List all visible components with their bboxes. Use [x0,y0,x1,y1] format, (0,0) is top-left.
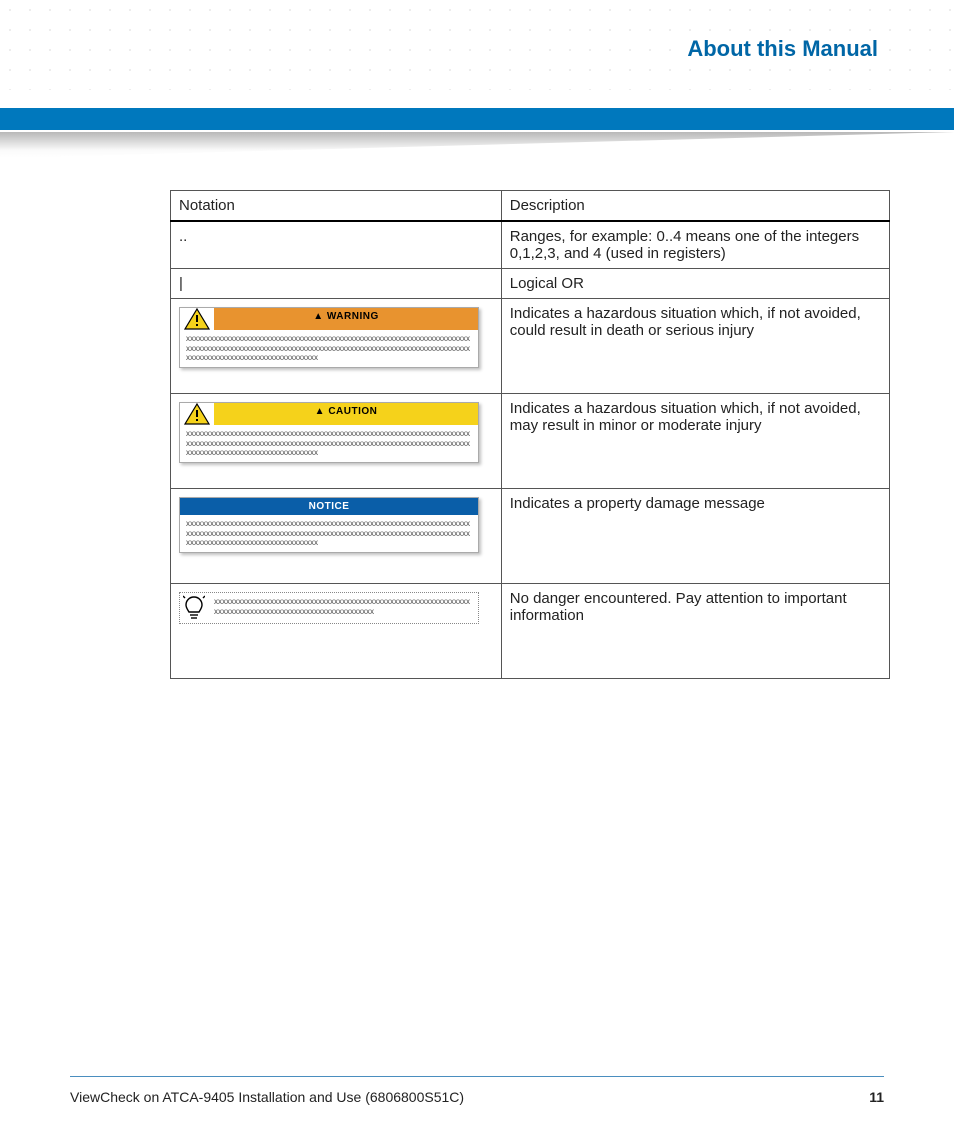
tip-callout: xxxxxxxxxxxxxxxxxxxxxxxxxxxxxxxxxxxxxxxx… [179,592,479,624]
cell-notation: NOTICE xxxxxxxxxxxxxxxxxxxxxxxxxxxxxxxxx… [171,489,502,584]
caution-triangle-icon [180,403,214,425]
notice-callout: NOTICE xxxxxxxxxxxxxxxxxxxxxxxxxxxxxxxxx… [179,497,479,553]
table-row: | Logical OR [171,269,890,299]
table-row: ▲ CAUTION xxxxxxxxxxxxxxxxxxxxxxxxxxxxxx… [171,394,890,489]
header-shadow [0,132,954,158]
table-row: xxxxxxxxxxxxxxxxxxxxxxxxxxxxxxxxxxxxxxxx… [171,584,890,679]
cell-notation: .. [171,221,502,269]
table-row: NOTICE xxxxxxxxxxxxxxxxxxxxxxxxxxxxxxxxx… [171,489,890,584]
cell-description: Indicates a property damage message [501,489,889,584]
cell-description: Indicates a hazardous situation which, i… [501,299,889,394]
cell-notation: ▲ CAUTION xxxxxxxxxxxxxxxxxxxxxxxxxxxxxx… [171,394,502,489]
callout-body: xxxxxxxxxxxxxxxxxxxxxxxxxxxxxxxxxxxxxxxx… [208,593,478,620]
header-blue-bar [0,108,954,130]
footer-rule [70,1076,884,1077]
page-title: About this Manual [681,36,884,62]
warning-callout: ▲ WARNING xxxxxxxxxxxxxxxxxxxxxxxxxxxxxx… [179,307,479,368]
footer-doc-title: ViewCheck on ATCA-9405 Installation and … [70,1089,464,1105]
lightbulb-icon [180,593,208,623]
main-content: Notation Description .. Ranges, for exam… [170,190,890,679]
table-row: .. Ranges, for example: 0..4 means one o… [171,221,890,269]
callout-body: xxxxxxxxxxxxxxxxxxxxxxxxxxxxxxxxxxxxxxxx… [180,330,478,367]
cell-notation: | [171,269,502,299]
callout-body: xxxxxxxxxxxxxxxxxxxxxxxxxxxxxxxxxxxxxxxx… [180,515,478,552]
callout-body: xxxxxxxxxxxxxxxxxxxxxxxxxxxxxxxxxxxxxxxx… [180,425,478,462]
page-number: 11 [869,1089,884,1105]
table-row: ▲ WARNING xxxxxxxxxxxxxxxxxxxxxxxxxxxxxx… [171,299,890,394]
col-description: Description [501,191,889,222]
cell-description: No danger encountered. Pay attention to … [501,584,889,679]
warning-label: ▲ WARNING [214,308,478,330]
caution-callout: ▲ CAUTION xxxxxxxxxxxxxxxxxxxxxxxxxxxxxx… [179,402,479,463]
cell-description: Logical OR [501,269,889,299]
col-notation: Notation [171,191,502,222]
cell-description: Ranges, for example: 0..4 means one of t… [501,221,889,269]
cell-notation: ▲ WARNING xxxxxxxxxxxxxxxxxxxxxxxxxxxxxx… [171,299,502,394]
cell-description: Indicates a hazardous situation which, i… [501,394,889,489]
warning-triangle-icon [180,308,214,330]
footer: ViewCheck on ATCA-9405 Installation and … [70,1089,884,1105]
notice-label: NOTICE [180,498,478,515]
notation-table: Notation Description .. Ranges, for exam… [170,190,890,679]
cell-notation: xxxxxxxxxxxxxxxxxxxxxxxxxxxxxxxxxxxxxxxx… [171,584,502,679]
caution-label: ▲ CAUTION [214,403,478,425]
